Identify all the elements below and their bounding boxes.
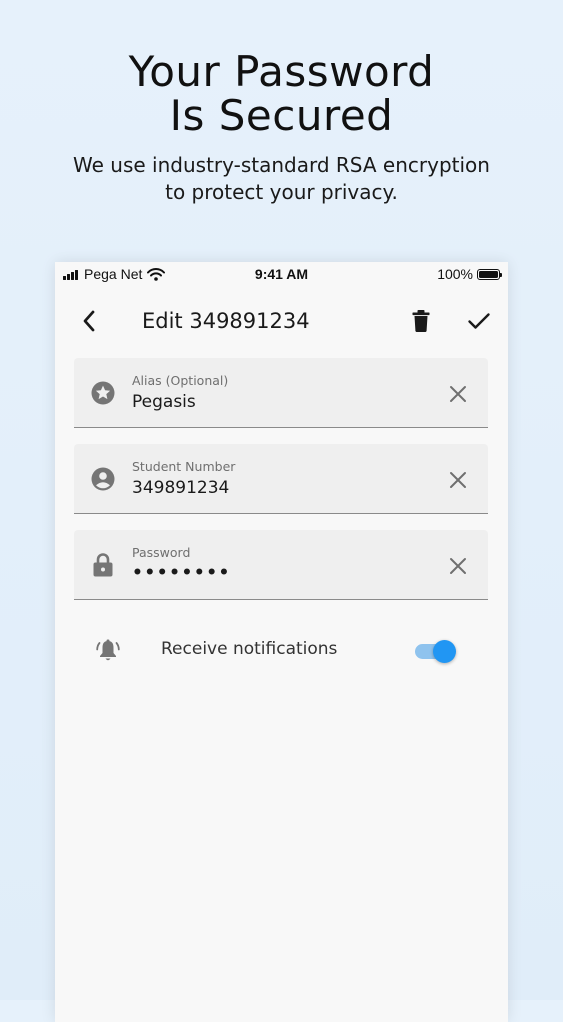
delete-button[interactable] bbox=[403, 303, 439, 339]
close-icon bbox=[450, 386, 466, 402]
close-icon bbox=[450, 558, 466, 574]
password-value[interactable]: •••••••• bbox=[132, 563, 231, 583]
phone-screen: Pega Net 9:41 AM 100% Edit 349891234 Ali… bbox=[55, 262, 508, 1022]
alias-label: Alias (Optional) bbox=[132, 373, 229, 388]
account-circle-icon bbox=[90, 466, 116, 492]
close-icon bbox=[450, 472, 466, 488]
notifications-toggle[interactable] bbox=[413, 640, 457, 663]
clear-alias-button[interactable] bbox=[443, 379, 473, 409]
student-number-value[interactable]: 349891234 bbox=[132, 478, 229, 498]
back-arrow-icon bbox=[83, 310, 95, 332]
promo-headline: Your Password Is Secured bbox=[0, 50, 563, 138]
clear-password-button[interactable] bbox=[443, 551, 473, 581]
clear-student-number-button[interactable] bbox=[443, 465, 473, 495]
subtitle-line-1: We use industry-standard RSA encryption bbox=[73, 153, 490, 177]
page-title: Edit 349891234 bbox=[142, 309, 310, 333]
password-field[interactable]: Password •••••••• bbox=[74, 530, 488, 600]
password-label: Password bbox=[132, 545, 191, 560]
notifications-label: Receive notifications bbox=[161, 639, 338, 659]
trash-icon bbox=[412, 310, 430, 332]
student-number-field[interactable]: Student Number 349891234 bbox=[74, 444, 488, 514]
alias-value[interactable]: Pegasis bbox=[132, 392, 196, 412]
promo-subtitle: We use industry-standard RSA encryption … bbox=[0, 152, 563, 206]
status-bar: Pega Net 9:41 AM 100% bbox=[55, 262, 508, 288]
battery-percent: 100% bbox=[437, 266, 473, 282]
headline-line-1: Your Password bbox=[128, 47, 435, 96]
star-circle-icon bbox=[90, 380, 116, 406]
checkmark-icon bbox=[468, 313, 490, 329]
subtitle-line-2: to protect your privacy. bbox=[165, 180, 398, 204]
lock-icon bbox=[90, 552, 116, 578]
bell-icon bbox=[94, 637, 122, 665]
app-bar: Edit 349891234 bbox=[55, 288, 508, 350]
back-button[interactable] bbox=[71, 303, 107, 339]
alias-field[interactable]: Alias (Optional) Pegasis bbox=[74, 358, 488, 428]
save-button[interactable] bbox=[461, 303, 497, 339]
headline-line-2: Is Secured bbox=[169, 91, 394, 140]
notifications-row: Receive notifications bbox=[55, 622, 508, 678]
student-number-label: Student Number bbox=[132, 459, 236, 474]
status-right: 100% bbox=[437, 266, 502, 282]
battery-icon bbox=[477, 268, 502, 280]
toggle-knob bbox=[433, 640, 456, 663]
